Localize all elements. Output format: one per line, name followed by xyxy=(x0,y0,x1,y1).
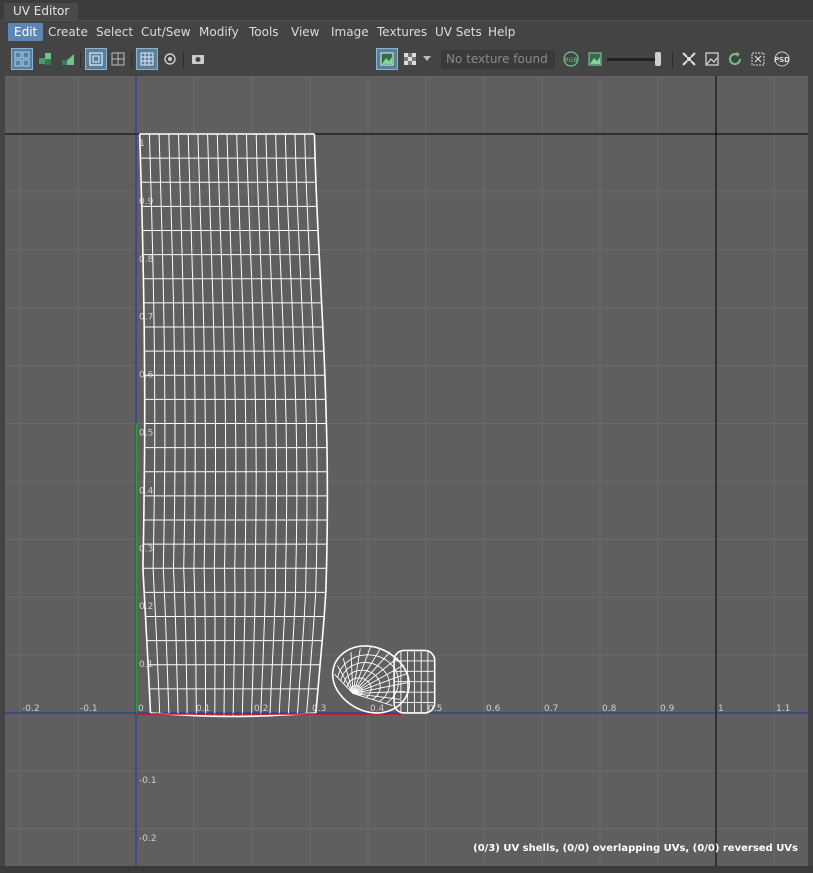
v-tick-label: 0.3 xyxy=(139,544,153,554)
uv-edge-column xyxy=(158,133,170,715)
texture-name-field[interactable]: No texture found xyxy=(441,50,555,69)
u-tick-label: 0.7 xyxy=(544,704,558,714)
svg-text:PSD: PSD xyxy=(774,56,790,64)
menu-cut-sew[interactable]: Cut/Sew xyxy=(135,23,197,41)
u-tick-label: 0.9 xyxy=(660,704,675,714)
uv-edge-column xyxy=(236,133,247,717)
uv-edge-column xyxy=(265,133,277,716)
u-tick-label: 0.6 xyxy=(486,704,501,714)
menu-textures[interactable]: Textures xyxy=(371,23,433,41)
uv-edge-column xyxy=(216,133,227,717)
u-tick-label: 1 xyxy=(718,704,724,714)
rgb-channel-icon[interactable]: RGB xyxy=(561,49,581,69)
uv-edge-column xyxy=(207,133,216,717)
menu-tools[interactable]: Tools xyxy=(243,23,285,41)
u-tick-label: -0.1 xyxy=(80,704,98,714)
window-title-tab[interactable]: UV Editor xyxy=(4,3,79,20)
menu-image[interactable]: Image xyxy=(325,23,375,41)
v-tick-label: 0.8 xyxy=(139,255,154,265)
checker-dropdown-icon[interactable] xyxy=(421,49,433,69)
u-tick-label: 0 xyxy=(138,704,144,714)
bottom-border xyxy=(0,866,813,873)
menu-bar: Edit Create Select Cut/Sew Modify Tools … xyxy=(0,20,813,43)
menu-select[interactable]: Select xyxy=(90,23,139,41)
u-tick-label: 0.8 xyxy=(602,704,617,714)
filter-icon[interactable] xyxy=(679,49,699,69)
menu-edit[interactable]: Edit xyxy=(8,23,44,41)
dim-image-icon[interactable] xyxy=(748,49,768,69)
uv-edge-column xyxy=(294,133,308,715)
grid-snap-icon[interactable] xyxy=(108,49,128,69)
menu-view[interactable]: View xyxy=(285,23,325,41)
psd-icon[interactable]: PSD xyxy=(770,49,794,69)
uv-edge-column xyxy=(284,133,298,715)
image-range-icon[interactable] xyxy=(702,49,722,69)
v-tick-label: 0.5 xyxy=(139,429,153,439)
uv-cap-ring xyxy=(340,662,390,702)
menu-uv-sets[interactable]: UV Sets xyxy=(429,23,488,41)
v-tick-label: 0.7 xyxy=(139,313,153,323)
toolbar: RGB PSD xyxy=(0,44,813,74)
uv-status-text: (0/3) UV shells, (0/0) overlapping UVs, … xyxy=(473,843,798,854)
uv-face-select-icon[interactable] xyxy=(58,49,78,69)
svg-text:RGB: RGB xyxy=(565,57,578,64)
grid-display-icon[interactable] xyxy=(136,48,158,70)
menu-modify[interactable]: Modify xyxy=(193,23,245,41)
uv-canvas[interactable]: -0.2 -0.1 0 0.1 0.2 0.3 0.4 0.5 0.6 0.7 0.8 0.9 1 1.1… xyxy=(5,76,808,866)
alpha-channel-icon[interactable] xyxy=(585,49,605,69)
menu-help[interactable]: Help xyxy=(482,23,521,41)
uv-edge-column xyxy=(255,133,267,717)
exposure-slider-track[interactable] xyxy=(607,58,659,61)
uv-edge-column xyxy=(168,133,179,715)
v-tick-label: 0.4 xyxy=(139,486,154,496)
uv-component-select-icon[interactable] xyxy=(35,49,55,69)
checker-icon[interactable] xyxy=(400,49,420,69)
uv-edge-column xyxy=(275,133,288,716)
v-tick-label: -0.2 xyxy=(139,834,157,844)
uv-meshes[interactable] xyxy=(135,133,436,718)
uv-edge-column xyxy=(187,133,197,716)
wireframe-toggle-icon[interactable] xyxy=(85,48,107,70)
uv-cap-ring xyxy=(343,669,381,700)
u-tick-label: 0.1 xyxy=(196,704,210,714)
reload-icon[interactable] xyxy=(725,49,745,69)
uv-edge-column xyxy=(246,133,257,717)
uv-shell-select-icon[interactable] xyxy=(11,48,33,70)
uv-edge-column xyxy=(178,133,188,716)
uv-grid xyxy=(5,76,808,866)
toolbar-separator xyxy=(80,52,81,68)
snapshot-icon[interactable] xyxy=(188,49,208,69)
menu-create[interactable]: Create xyxy=(42,23,94,41)
uv-edge-column xyxy=(197,133,207,717)
u-tick-label: -0.2 xyxy=(22,704,40,714)
u-tick-label: 1.1 xyxy=(776,704,790,714)
image-display-icon[interactable] xyxy=(376,48,398,70)
toolbar-separator xyxy=(183,52,184,68)
title-bar: UV Editor xyxy=(0,0,813,20)
uv-edge-column xyxy=(226,133,237,717)
exposure-slider-thumb[interactable] xyxy=(655,52,661,66)
isolate-toggle-icon[interactable] xyxy=(160,49,180,69)
toolbar-separator xyxy=(131,52,132,68)
toolbar-separator xyxy=(672,52,673,68)
uv-viewport[interactable]: -0.2 -0.1 0 0.1 0.2 0.3 0.4 0.5 0.6 0.7 0.8 0.9 1 1.1… xyxy=(5,76,808,866)
v-tick-label: -0.1 xyxy=(139,776,157,786)
v-tick-label: 0.2 xyxy=(139,602,153,612)
